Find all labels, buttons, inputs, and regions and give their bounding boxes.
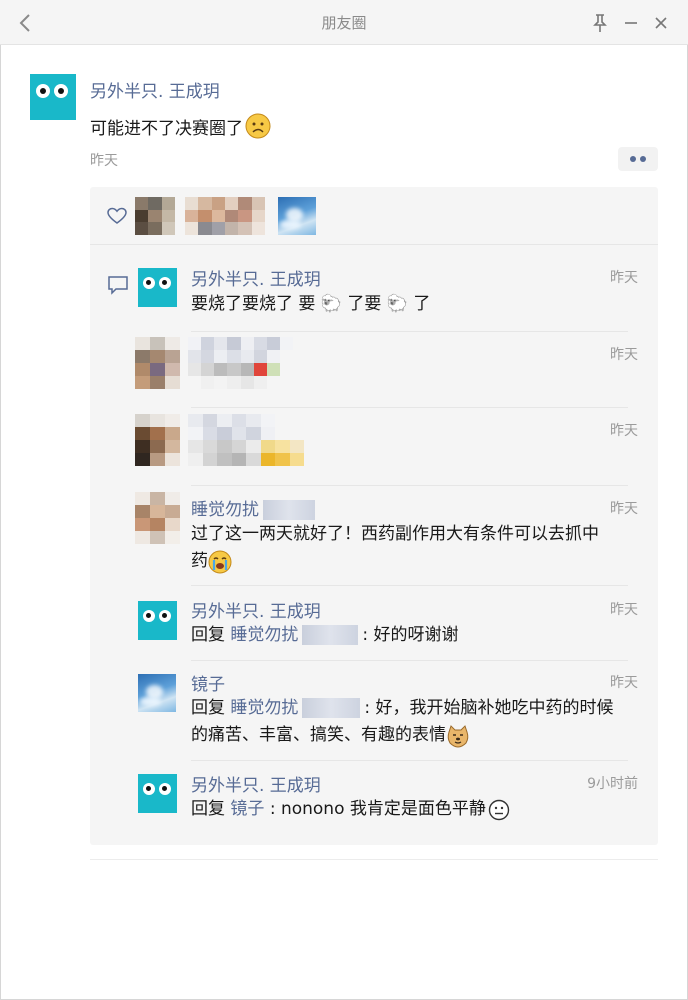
comment-text: 回复 镜子 : nonono 我肯定是面色平静 bbox=[191, 796, 510, 823]
comment-divider bbox=[191, 660, 628, 661]
comment-author[interactable]: 另外半只. 王成玥 bbox=[191, 265, 321, 290]
comment-divider bbox=[191, 331, 628, 332]
comment-avatar[interactable] bbox=[138, 601, 177, 640]
post-author-avatar[interactable] bbox=[30, 74, 76, 120]
comment-author-blurred[interactable] bbox=[188, 337, 293, 389]
comment-avatar[interactable] bbox=[135, 337, 180, 389]
comment-time: 昨天 bbox=[610, 501, 638, 517]
comment-avatar[interactable] bbox=[138, 674, 176, 712]
pin-icon[interactable] bbox=[589, 12, 611, 34]
comment-time: 昨天 bbox=[610, 270, 638, 286]
comment-avatar[interactable] bbox=[135, 492, 180, 544]
comment-time: 昨天 bbox=[610, 602, 638, 618]
crying-emoji-icon bbox=[208, 550, 232, 573]
comment-time: 昨天 bbox=[610, 347, 638, 363]
heart-icon bbox=[107, 207, 127, 224]
post-text: 可能进不了决赛圈了 bbox=[90, 113, 271, 139]
post-time: 昨天 bbox=[90, 153, 118, 169]
comment-time: 9小时前 bbox=[587, 776, 638, 792]
post-author-name[interactable]: 另外半只. 王成玥 bbox=[90, 77, 220, 102]
comment-time: 昨天 bbox=[610, 675, 638, 691]
comment-text: 回复 睡觉勿扰: 好的呀谢谢 bbox=[191, 625, 459, 645]
comment-author-blurred[interactable] bbox=[188, 414, 333, 466]
liker-avatar[interactable] bbox=[135, 197, 175, 235]
post-text-content: 可能进不了决赛圈了 bbox=[90, 118, 243, 139]
comment-divider bbox=[191, 407, 628, 408]
reply-target-link[interactable]: 睡觉勿扰 bbox=[230, 698, 298, 718]
reply-target-link[interactable]: 睡觉勿扰 bbox=[230, 625, 298, 645]
liker-avatar[interactable] bbox=[185, 197, 265, 235]
comment-icon bbox=[108, 276, 128, 295]
close-icon[interactable] bbox=[650, 12, 672, 34]
likes-row bbox=[90, 187, 658, 245]
neutral-face-emoji-icon bbox=[488, 799, 510, 820]
comment-time: 昨天 bbox=[610, 423, 638, 439]
comment-avatar[interactable] bbox=[138, 774, 177, 813]
comment-author[interactable]: 睡觉勿扰 bbox=[191, 495, 319, 520]
minimize-icon[interactable] bbox=[620, 12, 642, 34]
comment-divider bbox=[191, 585, 628, 586]
liker-avatar[interactable] bbox=[278, 197, 316, 235]
comment-divider bbox=[191, 485, 628, 486]
doge-emoji-icon bbox=[447, 724, 469, 748]
comment-text: 过了这一两天就好了！西药副作用大有条件可以去抓中 药 bbox=[191, 521, 631, 575]
comment-divider bbox=[191, 760, 628, 761]
more-actions-button[interactable] bbox=[618, 147, 658, 171]
frown-emoji-icon bbox=[245, 113, 271, 139]
comment-text: 回复 睡觉勿扰: 好，我开始脑补她吃中药的时候 的痛苦、丰富、搞笑、有趣的表情 bbox=[191, 695, 641, 749]
comment-author[interactable]: 另外半只. 王成玥 bbox=[191, 597, 321, 622]
comment-avatar[interactable] bbox=[135, 414, 180, 466]
window-title: 朋友圈 bbox=[321, 14, 367, 32]
likes-comments-panel: 另外半只. 王成玥 昨天 要烧了要烧了 要 🐑 了要 🐑 了 昨天 昨天 睡觉勿… bbox=[90, 187, 658, 845]
post-bottom-divider bbox=[90, 859, 658, 860]
comment-author[interactable]: 镜子 bbox=[191, 670, 225, 695]
comment-author[interactable]: 另外半只. 王成玥 bbox=[191, 771, 321, 796]
reply-target-link[interactable]: 镜子 bbox=[230, 796, 264, 823]
comment-avatar[interactable] bbox=[138, 268, 177, 307]
comment-text: 要烧了要烧了 要 🐑 了要 🐑 了 bbox=[191, 294, 431, 314]
title-bar: 朋友圈 bbox=[0, 0, 688, 45]
